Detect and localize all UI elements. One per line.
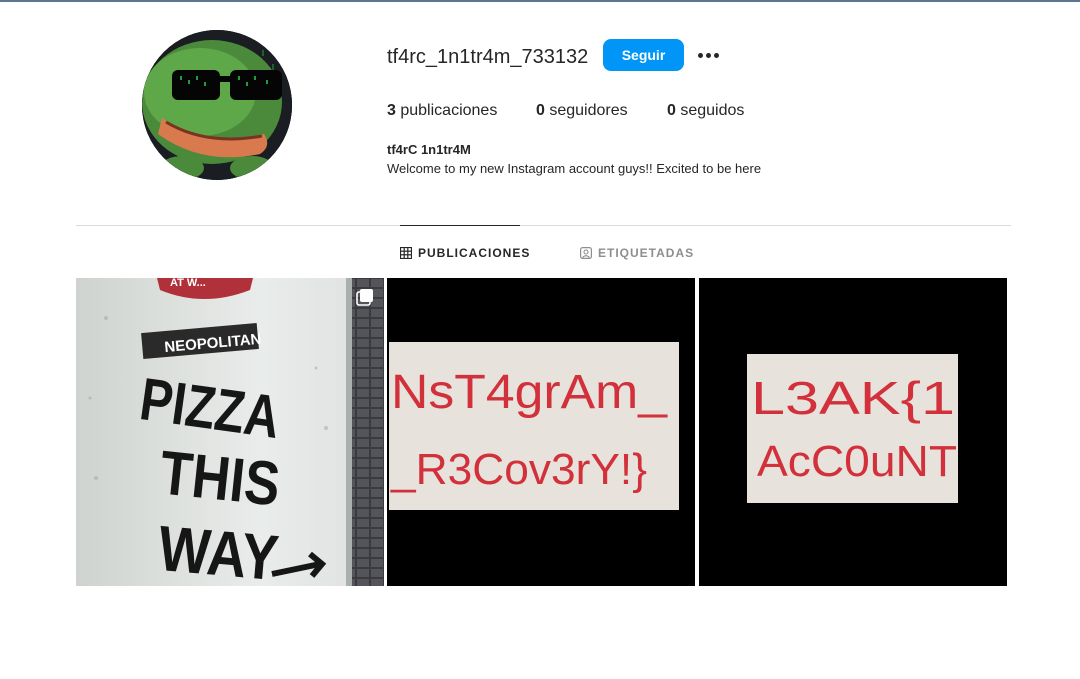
active-tab-indicator bbox=[400, 225, 520, 226]
post-thumbnail-2[interactable]: NsT4grAm_ _R3Cov3rY!} bbox=[387, 278, 695, 586]
pizza-sign-photo: AT W... NEOPOLITAN PIZZA THIS WAY bbox=[76, 278, 384, 586]
post-thumbnail-1[interactable]: AT W... NEOPOLITAN PIZZA THIS WAY bbox=[76, 278, 384, 586]
pepe-frog-avatar-icon bbox=[142, 30, 292, 180]
tab-posts[interactable]: PUBLICACIONES bbox=[400, 245, 530, 261]
stat-posts: 3 publicaciones bbox=[387, 101, 497, 121]
tagged-icon bbox=[580, 247, 592, 259]
grid-icon bbox=[400, 247, 412, 259]
stat-following[interactable]: 0 seguidos bbox=[667, 101, 744, 121]
dot bbox=[705, 52, 711, 58]
tabs-divider bbox=[76, 225, 1011, 226]
note-line-1: NsT4grAm_ bbox=[391, 366, 668, 419]
stat-posts-label: publicaciones bbox=[400, 102, 498, 119]
handwritten-note-photo: L3AK{1 AcC0uNT bbox=[699, 278, 1007, 586]
sign-word-3: WAY bbox=[156, 512, 282, 586]
tab-posts-label: PUBLICACIONES bbox=[418, 246, 531, 260]
post-thumbnail-3[interactable]: L3AK{1 AcC0uNT bbox=[699, 278, 1007, 586]
handwritten-note-photo: NsT4grAm_ _R3Cov3rY!} bbox=[387, 278, 695, 586]
profile-username: tf4rc_1n1tr4m_733132 bbox=[387, 46, 589, 68]
tab-tagged[interactable]: ETIQUETADAS bbox=[580, 245, 694, 261]
more-options-icon[interactable] bbox=[695, 44, 721, 66]
tab-tagged-label: ETIQUETADAS bbox=[598, 246, 695, 260]
follow-button[interactable]: Seguir bbox=[603, 39, 684, 71]
profile-avatar[interactable] bbox=[142, 30, 292, 180]
stat-followers-label: seguidores bbox=[549, 102, 628, 119]
dot bbox=[713, 52, 719, 58]
sign-word-2: THIS bbox=[157, 438, 284, 519]
stat-followers-count: 0 bbox=[536, 102, 545, 119]
profile-full-name: tf4rC 1n1tr4M bbox=[387, 142, 471, 157]
profile-bio: Welcome to my new Instagram account guys… bbox=[387, 161, 762, 176]
sign-badge-text: AT W... bbox=[170, 278, 206, 289]
note-line-2: AcC0uNT bbox=[757, 437, 957, 486]
stat-following-label: seguidos bbox=[680, 102, 745, 119]
dot bbox=[697, 52, 703, 58]
note-line-2: _R3Cov3rY!} bbox=[390, 445, 647, 494]
multiple-photos-icon bbox=[356, 289, 373, 306]
stat-posts-count: 3 bbox=[387, 102, 396, 119]
window-top-border bbox=[0, 0, 1080, 2]
stat-following-count: 0 bbox=[667, 102, 676, 119]
stat-followers[interactable]: 0 seguidores bbox=[536, 101, 628, 121]
note-line-1: L3AK{1 bbox=[751, 372, 955, 424]
